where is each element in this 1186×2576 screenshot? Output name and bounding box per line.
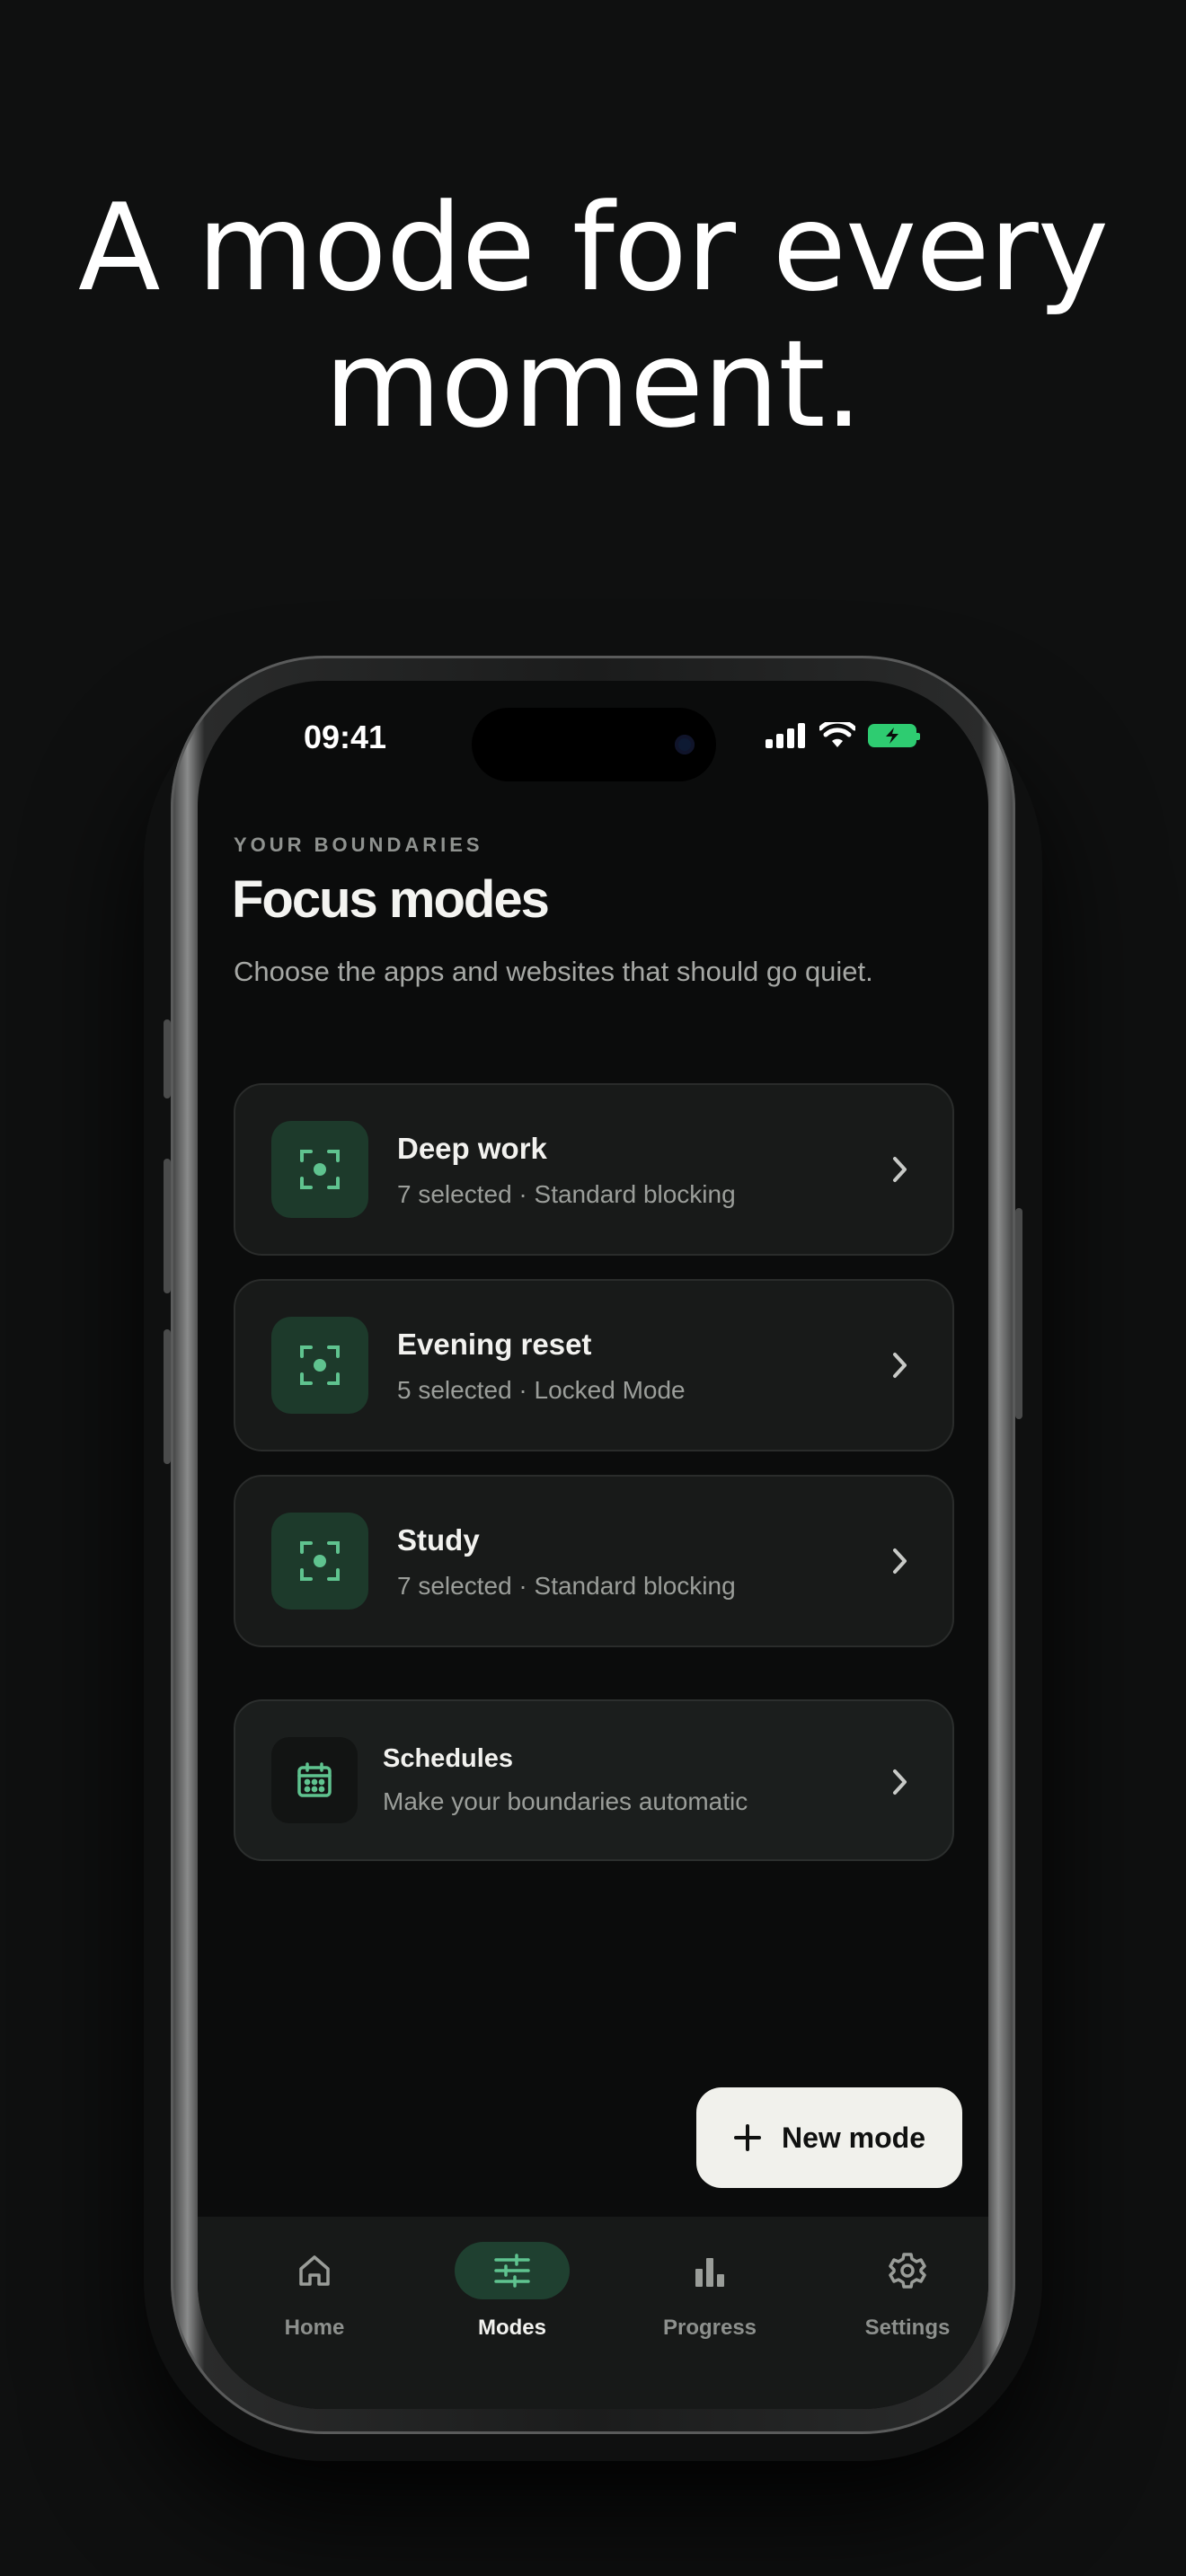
schedules-title: Schedules bbox=[383, 1744, 514, 1773]
focus-icon bbox=[271, 1513, 368, 1610]
tab-settings-label: Settings bbox=[864, 2316, 951, 2340]
new-mode-button[interactable]: New mode bbox=[696, 2087, 962, 2188]
volume-down-button bbox=[164, 1329, 171, 1464]
battery-charging-icon bbox=[868, 724, 920, 747]
mode-name: Evening reset bbox=[397, 1328, 592, 1361]
mode-name: Deep work bbox=[397, 1132, 547, 1165]
chevron-right-icon bbox=[893, 1769, 907, 1795]
tab-progress-label: Progress bbox=[662, 2316, 757, 2340]
mode-card-study[interactable]: Study 7 selected · Standard blocking bbox=[234, 1475, 954, 1647]
headline-line-1: A mode for every bbox=[77, 178, 1109, 318]
mode-card-evening-reset[interactable]: Evening reset 5 selected · Locked Mode bbox=[234, 1279, 954, 1451]
bar-chart-icon bbox=[695, 2258, 724, 2287]
phone-screen: 09:41 YOUR BOUNDARIES Focus modes Choose… bbox=[198, 681, 988, 2409]
mode-meta: 7 selected · Standard blocking bbox=[397, 1572, 736, 1600]
tab-progress[interactable]: Progress bbox=[620, 2242, 800, 2341]
mode-meta: 7 selected · Standard blocking bbox=[397, 1180, 736, 1208]
schedules-card[interactable]: Schedules Make your boundaries automatic bbox=[234, 1699, 954, 1861]
home-icon bbox=[299, 2255, 330, 2286]
focus-icon bbox=[271, 1317, 368, 1414]
tab-progress-pill bbox=[652, 2242, 767, 2299]
wifi-icon bbox=[819, 722, 855, 747]
dynamic-island bbox=[472, 708, 716, 781]
camera-icon bbox=[675, 735, 695, 754]
sliders-icon bbox=[494, 2254, 530, 2288]
action-button bbox=[164, 1019, 171, 1098]
gear-icon bbox=[889, 2253, 926, 2289]
new-mode-label: New mode bbox=[781, 2121, 926, 2154]
chevron-right-icon bbox=[893, 1157, 907, 1182]
chevron-right-icon bbox=[893, 1353, 907, 1378]
marketing-headline: A mode for every moment. bbox=[0, 180, 1186, 453]
tab-home-label: Home bbox=[284, 2316, 345, 2340]
mode-card-deep-work[interactable]: Deep work 7 selected · Standard blocking bbox=[234, 1083, 954, 1256]
tab-settings[interactable]: Settings bbox=[818, 2242, 988, 2341]
schedules-meta: Make your boundaries automatic bbox=[383, 1787, 748, 1815]
status-time: 09:41 bbox=[304, 719, 387, 755]
tab-modes-pill bbox=[455, 2242, 570, 2299]
focus-icon bbox=[271, 1121, 368, 1218]
tab-modes-label: Modes bbox=[477, 2316, 546, 2340]
tab-bar: Home Modes Progress Settings bbox=[198, 2217, 988, 2409]
page-title: Focus modes bbox=[232, 870, 550, 929]
section-eyebrow: YOUR BOUNDARIES bbox=[234, 834, 483, 856]
page-subtitle: Choose the apps and websites that should… bbox=[234, 956, 873, 987]
mode-name: Study bbox=[397, 1523, 480, 1557]
volume-up-button bbox=[164, 1159, 171, 1293]
tab-settings-pill bbox=[850, 2242, 965, 2299]
chevron-right-icon bbox=[893, 1548, 907, 1574]
tab-modes[interactable]: Modes bbox=[422, 2242, 602, 2341]
tab-home-pill bbox=[257, 2242, 372, 2299]
tab-home[interactable]: Home bbox=[225, 2242, 404, 2341]
headline-line-2: moment. bbox=[323, 314, 863, 454]
power-button bbox=[1015, 1208, 1022, 1419]
status-icons bbox=[766, 722, 920, 749]
plus-icon bbox=[733, 2124, 761, 2151]
calendar-icon bbox=[271, 1737, 358, 1823]
mode-meta: 5 selected · Locked Mode bbox=[397, 1376, 686, 1404]
signal-icon bbox=[766, 723, 805, 748]
